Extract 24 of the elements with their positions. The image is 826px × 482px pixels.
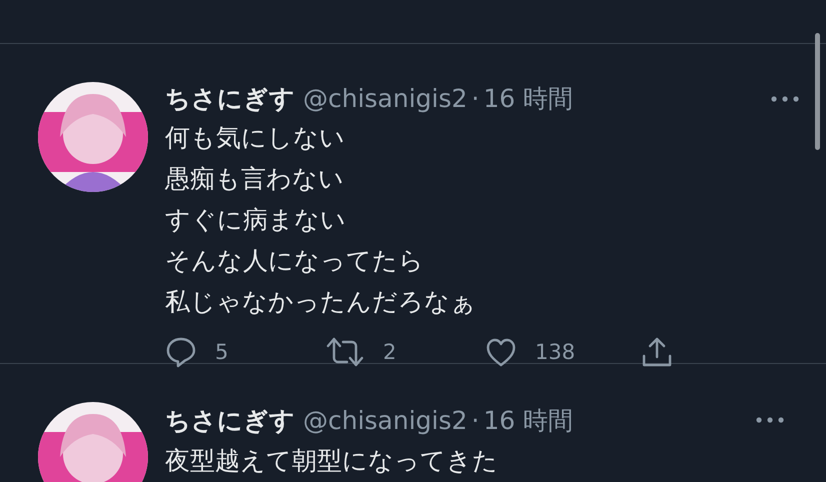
retweet-icon[interactable] xyxy=(325,336,365,368)
more-icon[interactable] xyxy=(771,96,799,102)
heart-icon[interactable] xyxy=(485,336,517,368)
more-icon[interactable] xyxy=(756,417,784,423)
user-name[interactable]: ちさにぎす xyxy=(165,82,295,115)
user-handle[interactable]: @chisanigis2 xyxy=(303,406,468,434)
action-count: 138 xyxy=(535,340,576,364)
tweet-text-line: 愚痴も言わない xyxy=(165,163,345,195)
tweet-text-line: 何も気にしない xyxy=(165,122,346,154)
user-name[interactable]: ちさにぎす xyxy=(165,404,295,436)
tweet-text-line: すぐに病まない xyxy=(165,204,347,236)
separator: · xyxy=(471,406,480,434)
tweet-text-line: そんな人になってたら xyxy=(165,245,425,277)
action-count: 5 xyxy=(215,340,228,364)
separator: · xyxy=(471,84,480,113)
user-handle[interactable]: @chisanigis2 xyxy=(303,84,468,113)
scrollbar[interactable] xyxy=(815,33,820,150)
reply-icon[interactable] xyxy=(165,336,197,368)
share-icon[interactable] xyxy=(641,336,673,368)
tweet-text-line: 私じゃなかったんだろなぁ xyxy=(165,286,477,318)
action-count: 2 xyxy=(383,340,396,364)
tweet-text-line: 夜型越えて朝型になってきた xyxy=(165,445,499,477)
timestamp[interactable]: 16 時間 xyxy=(483,404,574,436)
timestamp[interactable]: 16 時間 xyxy=(483,82,574,115)
